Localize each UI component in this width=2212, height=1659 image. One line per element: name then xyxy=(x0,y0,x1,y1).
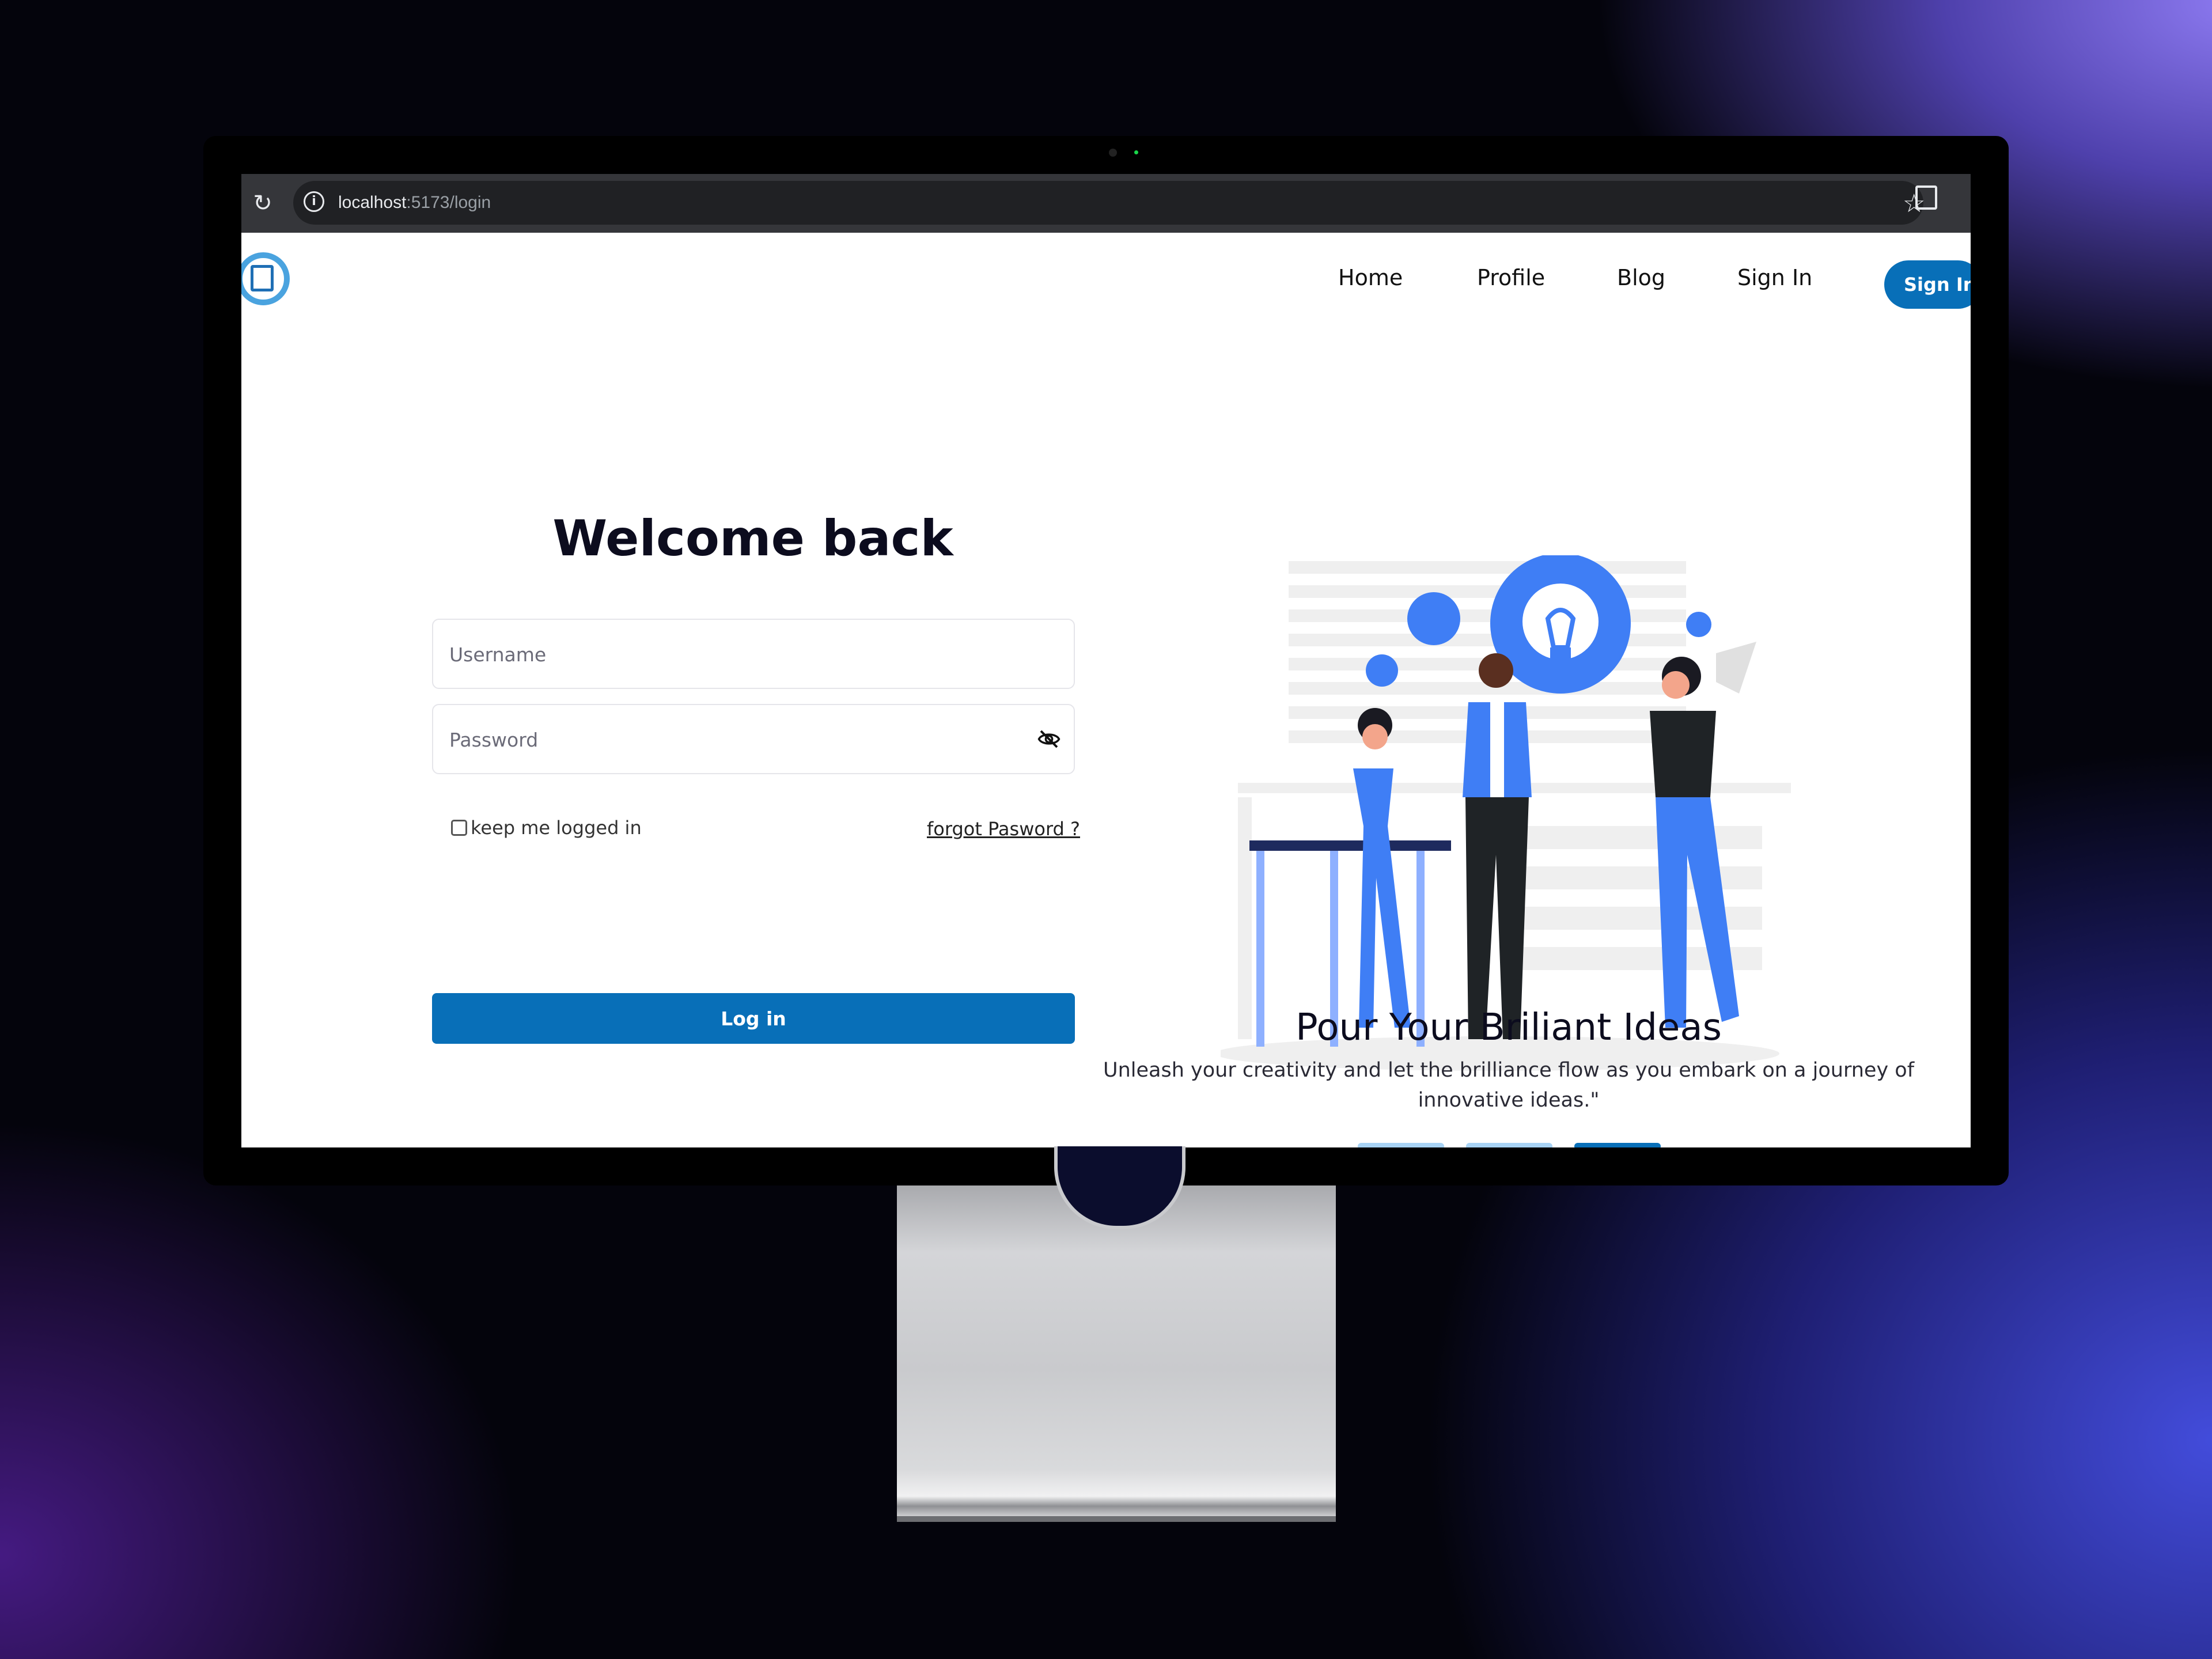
carousel-dot-1[interactable] xyxy=(1358,1143,1444,1147)
username-input[interactable] xyxy=(448,620,1027,689)
screen: ↻ i localhost:5173/login ☆ Home Profile … xyxy=(241,174,1971,1147)
puzzle-icon[interactable] xyxy=(1915,185,1937,210)
keep-logged-in-label: keep me logged in xyxy=(471,817,642,839)
nav-blog[interactable]: Blog xyxy=(1617,265,1665,290)
signin-button[interactable]: Sign In xyxy=(1884,260,1971,309)
url-path: :5173/login xyxy=(406,193,491,212)
monitor: ↻ i localhost:5173/login ☆ Home Profile … xyxy=(203,136,2009,1185)
nav-home[interactable]: Home xyxy=(1338,265,1403,290)
carousel-text: Unleash your creativity and let the bril… xyxy=(1103,1059,1915,1112)
reload-icon[interactable]: ↻ xyxy=(249,190,276,217)
login-page: Home Profile Blog Sign In Sign In Welcom… xyxy=(241,233,1971,1147)
carousel-dot-2[interactable] xyxy=(1466,1143,1552,1147)
keep-logged-in-checkbox[interactable] xyxy=(451,820,467,836)
forgot-password-link[interactable]: forgot Pasword ? xyxy=(927,818,1080,840)
url-host: localhost xyxy=(338,193,407,212)
camera-led xyxy=(1134,150,1138,154)
password-field xyxy=(432,704,1075,774)
camera xyxy=(1109,149,1117,157)
username-field xyxy=(432,619,1075,689)
carousel-dot-3[interactable] xyxy=(1574,1143,1661,1147)
password-input[interactable] xyxy=(448,705,1027,774)
monitor-stand xyxy=(897,1185,1336,1520)
keep-logged-in[interactable]: keep me logged in xyxy=(451,817,642,839)
browser-toolbar: ↻ i localhost:5173/login ☆ xyxy=(241,174,1971,233)
eye-off-icon[interactable] xyxy=(1037,727,1061,751)
page-title: Welcome back xyxy=(552,510,953,567)
address-bar[interactable]: i localhost:5173/login ☆ xyxy=(293,181,1925,225)
carousel-title: Pour Your Briliant Ideas xyxy=(1296,1006,1722,1049)
info-icon[interactable]: i xyxy=(304,191,324,212)
url-text: localhost:5173/login xyxy=(338,191,491,215)
carousel-indicators xyxy=(1358,1143,1663,1147)
nav-signin[interactable]: Sign In xyxy=(1737,265,1812,290)
logo-icon xyxy=(251,265,274,291)
logo[interactable] xyxy=(241,252,290,305)
login-button[interactable]: Log in xyxy=(432,993,1075,1044)
nav-profile[interactable]: Profile xyxy=(1477,265,1545,290)
stand-foot xyxy=(897,1516,1336,1522)
